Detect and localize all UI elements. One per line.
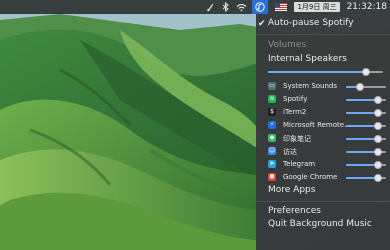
- app-name-label: iTerm2: [283, 108, 307, 116]
- app-name-label: Spotify: [283, 95, 308, 103]
- spotify-icon: ≋: [268, 95, 276, 103]
- app-volume-slider[interactable]: [346, 148, 386, 156]
- slider-knob[interactable]: [374, 148, 382, 156]
- app-name-label: Google Chrome: [283, 173, 338, 181]
- evernote-icon: ◆: [268, 134, 276, 142]
- app-volume-row: ▭ System Sounds: [256, 81, 390, 93]
- volumes-header: Volumes: [268, 40, 307, 50]
- finder-icon: ☺: [268, 147, 276, 155]
- app-name-label: Telegram: [283, 160, 316, 168]
- slider-knob[interactable]: [374, 109, 382, 117]
- microsoft-remote-desktop-icon: ⚡: [268, 121, 276, 129]
- system-sounds-icon: ▭: [268, 82, 276, 90]
- slider-fill: [268, 71, 366, 73]
- app-volume-row: ➤ Telegram: [256, 159, 390, 171]
- telegram-icon: ➤: [268, 160, 276, 168]
- us-flag-icon[interactable]: [275, 0, 288, 14]
- bluetooth-icon[interactable]: [222, 0, 230, 14]
- app-name-label: Microsoft Remote...: [283, 121, 351, 129]
- slider-knob[interactable]: [374, 122, 382, 130]
- background-music-icon[interactable]: [252, 0, 269, 14]
- slider-knob[interactable]: [374, 96, 382, 104]
- internal-speakers-label: Internal Speakers: [268, 54, 347, 64]
- app-volume-slider[interactable]: [346, 122, 386, 130]
- quit-item[interactable]: Quit Background Music: [268, 219, 390, 229]
- menubar-date[interactable]: 1月9日 周三: [294, 0, 340, 14]
- app-volume-row: ☺ 访达: [256, 146, 390, 158]
- more-apps-item[interactable]: More Apps: [268, 185, 390, 195]
- separator: [256, 34, 390, 35]
- checkmark-icon: ✔: [258, 19, 266, 29]
- auto-pause-label: Auto-pause Spotify: [268, 18, 354, 28]
- slider-knob[interactable]: [374, 161, 382, 169]
- app-volume-slider[interactable]: [346, 161, 386, 169]
- app-volume-slider[interactable]: [346, 135, 386, 143]
- app-volume-slider[interactable]: [346, 174, 386, 182]
- app-name-label: 访达: [283, 148, 297, 156]
- script-icon[interactable]: [206, 0, 215, 14]
- separator: [256, 201, 390, 202]
- app-volume-slider[interactable]: [346, 109, 386, 117]
- wifi-icon[interactable]: [236, 0, 247, 14]
- background-music-menu: ✔ Auto-pause Spotify Volumes Internal Sp…: [256, 14, 390, 250]
- slider-knob[interactable]: [362, 68, 370, 76]
- app-name-label: System Sounds: [283, 82, 338, 90]
- app-volume-slider[interactable]: [346, 96, 386, 104]
- iterm2-icon: $: [268, 108, 276, 116]
- slider-knob[interactable]: [374, 174, 382, 182]
- app-volume-row: $ iTerm2: [256, 107, 390, 119]
- menu-bar: 1月9日 周三 21:32:18: [0, 0, 390, 14]
- slider-knob[interactable]: [356, 83, 364, 91]
- auto-pause-item[interactable]: ✔ Auto-pause Spotify: [256, 17, 390, 29]
- slider-knob[interactable]: [374, 135, 382, 143]
- app-volume-row: ◆ 印象笔记: [256, 133, 390, 145]
- app-volume-slider[interactable]: [346, 83, 386, 91]
- chrome-icon: ●: [268, 173, 276, 181]
- app-name-label: 印象笔记: [283, 135, 311, 143]
- app-volume-row: ● Google Chrome: [256, 172, 390, 184]
- internal-speakers-volume-slider[interactable]: [268, 68, 383, 76]
- app-volume-row: ⚡ Microsoft Remote...: [256, 120, 390, 132]
- preferences-item[interactable]: Preferences: [268, 206, 390, 216]
- app-volume-row: ≋ Spotify: [256, 94, 390, 106]
- menubar-time[interactable]: 21:32:18: [347, 0, 387, 14]
